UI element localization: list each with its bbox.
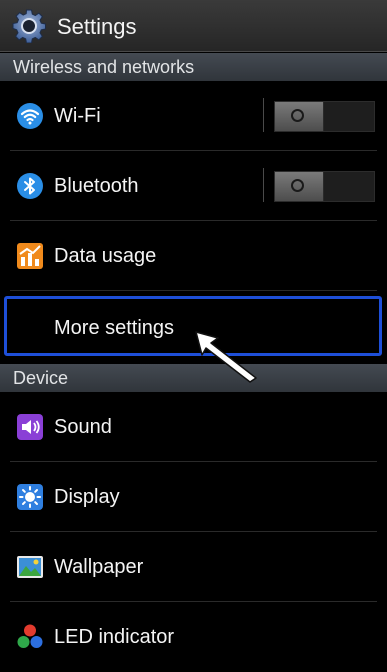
bluetooth-toggle[interactable] <box>274 171 375 202</box>
led-indicator-icon <box>17 624 43 648</box>
row-divider <box>10 150 377 151</box>
wifi-label: Wi-Fi <box>54 105 101 127</box>
wifi-row[interactable]: Wi-Fi <box>0 82 387 151</box>
row-divider <box>10 531 377 532</box>
sound-label: Sound <box>54 416 112 438</box>
display-icon <box>17 484 43 510</box>
more-settings-label: More settings <box>54 317 175 339</box>
sound-row[interactable]: Sound <box>0 393 387 462</box>
led-indicator-label: LED indicator <box>54 626 175 648</box>
row-divider <box>10 461 377 462</box>
sound-icon <box>17 414 43 440</box>
title-bar: Settings <box>0 0 387 52</box>
row-divider <box>10 220 377 221</box>
gear-icon[interactable] <box>12 9 46 43</box>
data-usage-icon <box>17 243 43 269</box>
display-row[interactable]: Display <box>0 463 387 532</box>
bluetooth-row[interactable]: Bluetooth <box>0 152 387 221</box>
led-indicator-row[interactable]: LED indicator <box>0 603 387 672</box>
data-usage-label: Data usage <box>54 245 157 267</box>
section-header-wireless: Wireless and networks <box>0 53 387 81</box>
wifi-icon <box>17 103 43 129</box>
display-label: Display <box>54 486 120 508</box>
bluetooth-icon <box>17 173 43 199</box>
bluetooth-label: Bluetooth <box>54 175 139 197</box>
wifi-toggle[interactable] <box>274 101 375 132</box>
wallpaper-row[interactable]: Wallpaper <box>0 533 387 602</box>
data-usage-row[interactable]: Data usage <box>0 222 387 291</box>
page-title: Settings <box>57 14 137 39</box>
wallpaper-icon <box>17 556 43 578</box>
toggle-divider <box>263 168 264 202</box>
cursor-arrow-icon <box>195 331 257 383</box>
toggle-divider <box>263 98 264 132</box>
row-divider <box>10 290 377 291</box>
wallpaper-label: Wallpaper <box>54 556 144 578</box>
toggle-thumb <box>275 172 324 201</box>
toggle-thumb <box>275 102 324 131</box>
row-divider <box>10 601 377 602</box>
